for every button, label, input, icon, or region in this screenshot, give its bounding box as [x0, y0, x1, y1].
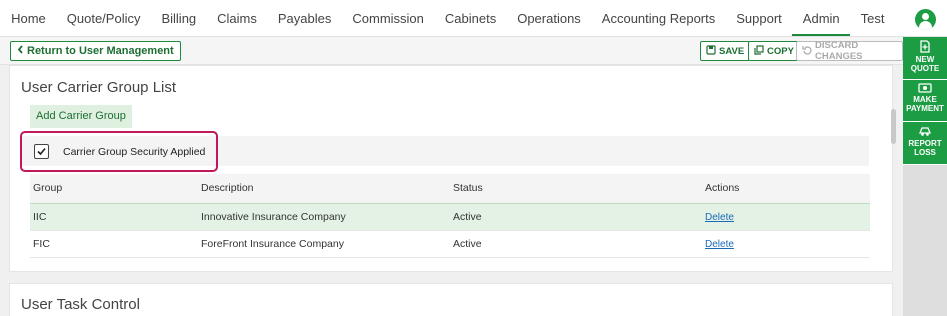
cell-group: FIC	[33, 238, 50, 250]
make-payment-label: MAKE PAYMENT	[906, 95, 944, 113]
top-navigation: Home Quote/Policy Billing Claims Payable…	[0, 0, 947, 37]
task-control-card: User Task Control	[9, 283, 893, 316]
checkmark-icon	[37, 147, 46, 156]
return-to-user-management-button[interactable]: Return to User Management	[10, 41, 181, 61]
nav-home[interactable]: Home	[1, 0, 57, 37]
copy-button[interactable]: COPY	[748, 41, 800, 61]
quick-action-panel: NEW QUOTE MAKE PAYMENT REPORT LOSS	[903, 37, 947, 316]
discard-label: DISCARD CHANGES	[815, 40, 863, 62]
vertical-scrollbar[interactable]	[891, 109, 896, 144]
chevron-left-icon	[17, 45, 24, 57]
copy-label: COPY	[767, 45, 794, 57]
document-plus-icon	[920, 40, 930, 53]
car-crash-icon	[919, 127, 931, 136]
carrier-group-security-label: Carrier Group Security Applied	[63, 146, 206, 158]
floppy-disk-icon	[706, 44, 716, 58]
cell-group: IIC	[33, 211, 47, 223]
cell-description: Innovative Insurance Company	[201, 211, 346, 223]
delete-link-label[interactable]: Delete	[705, 212, 734, 223]
make-payment-button[interactable]: MAKE PAYMENT	[903, 80, 947, 122]
carrier-group-security-checkbox[interactable]	[34, 144, 49, 159]
nav-payables[interactable]: Payables	[267, 0, 341, 37]
table-row[interactable]: IIC Innovative Insurance Company Active …	[30, 204, 870, 231]
cell-status: Active	[453, 211, 482, 223]
cell-description: ForeFront Insurance Company	[201, 238, 344, 250]
main-content: User Carrier Group List Add Carrier Grou…	[0, 65, 903, 316]
nav-operations[interactable]: Operations	[507, 0, 592, 37]
table-header: Group Description Status Actions	[30, 174, 870, 204]
delete-link-label[interactable]: Delete	[705, 239, 734, 250]
column-header-actions: Actions	[705, 182, 740, 194]
nav-cabinets[interactable]: Cabinets	[434, 0, 506, 37]
new-quote-label: NEW QUOTE	[910, 55, 940, 73]
report-loss-button[interactable]: REPORT LOSS	[903, 122, 947, 165]
nav-support[interactable]: Support	[726, 0, 793, 37]
nav-claims[interactable]: Claims	[207, 0, 268, 37]
new-quote-button[interactable]: NEW QUOTE	[903, 37, 947, 80]
nav-accounting-reports[interactable]: Accounting Reports	[591, 0, 725, 37]
save-label: SAVE	[719, 45, 745, 57]
nav-admin[interactable]: Admin	[792, 0, 851, 37]
save-button[interactable]: SAVE	[700, 41, 751, 61]
report-loss-label: REPORT LOSS	[908, 139, 942, 157]
nav-menu: Home Quote/Policy Billing Claims Payable…	[1, 0, 895, 37]
task-control-title: User Task Control	[21, 296, 140, 313]
column-header-status: Status	[453, 182, 483, 194]
user-avatar-icon[interactable]	[915, 9, 936, 30]
carrier-group-table: Group Description Status Actions IIC Inn…	[30, 174, 870, 258]
return-label: Return to User Management	[27, 45, 174, 57]
undo-icon	[802, 45, 812, 58]
add-carrier-group-button[interactable]: Add Carrier Group	[30, 105, 132, 128]
nav-billing[interactable]: Billing	[151, 0, 207, 37]
carrier-group-card: User Carrier Group List Add Carrier Grou…	[9, 65, 893, 272]
table-row[interactable]: FIC ForeFront Insurance Company Active D…	[30, 231, 870, 258]
nav-test[interactable]: Test	[850, 0, 895, 37]
column-header-group: Group	[33, 182, 63, 194]
cell-status: Active	[453, 238, 482, 250]
copy-icon	[754, 44, 764, 58]
money-bill-icon	[918, 83, 932, 93]
nav-quote-policy[interactable]: Quote/Policy	[56, 0, 151, 37]
carrier-group-title: User Carrier Group List	[21, 79, 177, 96]
discard-changes-button[interactable]: DISCARD CHANGES	[796, 40, 903, 62]
column-header-description: Description	[201, 182, 254, 194]
nav-commission[interactable]: Commission	[342, 0, 435, 37]
delete-link[interactable]: Delete	[705, 204, 734, 231]
delete-link[interactable]: Delete	[705, 231, 734, 258]
action-bar: Return to User Management SAVE COPY DISC…	[0, 37, 903, 65]
